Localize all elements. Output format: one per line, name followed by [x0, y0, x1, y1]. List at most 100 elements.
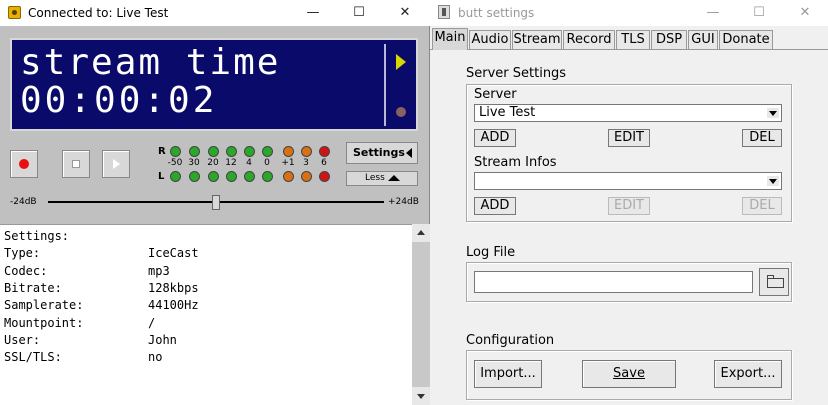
close-button[interactable]: ✕: [382, 0, 428, 26]
vu-left-label: L: [158, 171, 165, 182]
play-button[interactable]: [102, 150, 130, 178]
save-button[interactable]: Save: [582, 360, 676, 388]
info-value: John: [148, 332, 177, 347]
server-add-button[interactable]: ADD: [474, 129, 516, 147]
server-settings-label: Server Settings: [466, 66, 567, 81]
log-file-input[interactable]: [474, 271, 753, 293]
arrow-up-icon: [388, 175, 400, 181]
vu-left-led: [244, 171, 255, 182]
server-label: Server: [474, 87, 517, 102]
stop-icon: [72, 160, 80, 168]
stream-infos-edit-button: EDIT: [608, 197, 650, 215]
maximize-button[interactable]: ☐: [336, 0, 382, 26]
info-key: Bitrate:: [4, 280, 62, 295]
folder-icon: [767, 278, 784, 288]
info-value: 44100Hz: [148, 298, 199, 313]
vu-right-led: [301, 146, 312, 157]
tab-audio[interactable]: Audio: [469, 30, 511, 50]
title-bar: Connected to: Live Test — ☐ ✕: [0, 0, 430, 26]
server-select[interactable]: Live Test: [474, 104, 782, 122]
vu-right-led: [319, 146, 330, 157]
play-icon: [113, 159, 120, 169]
stream-infos-label: Stream Infos: [474, 155, 557, 170]
vu-scale-label: 4: [246, 158, 252, 168]
info-key: Mountpoint:: [4, 315, 84, 330]
vu-left-led: [208, 171, 219, 182]
tab-bar: Main Audio Stream Record TLS DSP GUI Donate: [430, 0, 828, 52]
import-button[interactable]: Import...: [474, 360, 542, 388]
server-del-button[interactable]: DEL: [742, 129, 782, 147]
info-value: IceCast: [148, 246, 199, 261]
vu-right-led: [170, 146, 181, 157]
vu-left-led: [283, 171, 294, 182]
tab-dsp[interactable]: DSP: [651, 30, 687, 50]
less-button[interactable]: Less: [346, 171, 418, 186]
vu-scale-label: 6: [321, 158, 327, 168]
info-scrollbar[interactable]: [412, 224, 430, 405]
chevron-down-icon[interactable]: [767, 108, 779, 118]
info-key: Codec:: [4, 263, 48, 278]
tab-record[interactable]: Record: [563, 30, 615, 50]
scroll-down-icon[interactable]: [417, 394, 425, 399]
vu-right-led: [226, 146, 237, 157]
gain-min-label: -24dB: [10, 197, 37, 207]
minimize-button[interactable]: —: [290, 0, 336, 26]
configuration-label: Configuration: [466, 333, 555, 348]
info-key: Type:: [4, 246, 41, 261]
chevron-down-icon[interactable]: [767, 176, 779, 186]
log-file-label: Log File: [466, 245, 516, 260]
tab-gui[interactable]: GUI: [688, 30, 718, 50]
vu-scale-label: 3: [303, 158, 309, 168]
browse-button[interactable]: [759, 268, 789, 296]
info-value: mp3: [148, 263, 170, 278]
vu-scale-label: 12: [225, 158, 237, 168]
display-divider: [384, 44, 386, 126]
vu-left-led: [170, 171, 181, 182]
window-title: Connected to: Live Test: [28, 6, 169, 20]
scrollbar-thumb[interactable]: [412, 242, 430, 387]
stop-button[interactable]: [62, 150, 90, 178]
record-icon: [19, 159, 29, 169]
info-key: User:: [4, 332, 41, 347]
vu-right-led: [208, 146, 219, 157]
stream-infos-add-button[interactable]: ADD: [474, 197, 516, 215]
settings-window: butt settings — ☐ ✕ Main Audio Stream Recor…: [430, 0, 828, 405]
record-button[interactable]: [10, 150, 38, 178]
vu-left-led: [262, 171, 273, 182]
tab-main[interactable]: Main: [432, 28, 468, 50]
vu-scale-label: 0: [264, 158, 270, 168]
display-line-1: stream time: [20, 42, 281, 83]
vu-right-led: [244, 146, 255, 157]
tab-donate[interactable]: Donate: [719, 30, 773, 50]
vu-scale-label: +1: [281, 158, 295, 168]
server-edit-button[interactable]: EDIT: [608, 129, 650, 147]
vu-left-led: [189, 171, 200, 182]
settings-button-label: Settings: [353, 146, 405, 159]
vu-scale-label: -50: [167, 158, 183, 168]
export-button[interactable]: Export...: [714, 360, 782, 388]
tab-stream[interactable]: Stream: [512, 30, 562, 50]
gain-slider-thumb[interactable]: [212, 195, 220, 210]
vu-meter: R L -50 30 20 12 4 0 +1 3 6: [156, 144, 330, 184]
main-window: Connected to: Live Test — ☐ ✕ stream tim…: [0, 0, 430, 405]
vu-scale-label: 30: [188, 158, 200, 168]
gain-max-label: +24dB: [388, 197, 419, 207]
stream-infos-select[interactable]: [474, 172, 782, 190]
vu-right-label: R: [158, 146, 166, 157]
tab-tls[interactable]: TLS: [616, 30, 650, 50]
app-icon: [8, 6, 21, 19]
streaming-indicator-icon: [396, 54, 406, 70]
display-line-2: 00:00:02: [20, 80, 218, 121]
info-panel: Settings: Type: IceCast Codec: mp3 Bitrate: 12…: [0, 224, 412, 405]
stream-infos-del-button: DEL: [742, 197, 782, 215]
vu-right-led: [262, 146, 273, 157]
vu-left-led: [319, 171, 330, 182]
scroll-up-icon[interactable]: [417, 230, 425, 235]
vu-left-led: [226, 171, 237, 182]
vu-right-led: [283, 146, 294, 157]
info-key: SSL/TLS:: [4, 350, 62, 365]
info-key: Settings:: [4, 229, 70, 243]
less-button-label: Less: [365, 173, 385, 183]
settings-button[interactable]: Settings: [346, 142, 418, 164]
lcd-display: stream time 00:00:02: [10, 38, 418, 131]
